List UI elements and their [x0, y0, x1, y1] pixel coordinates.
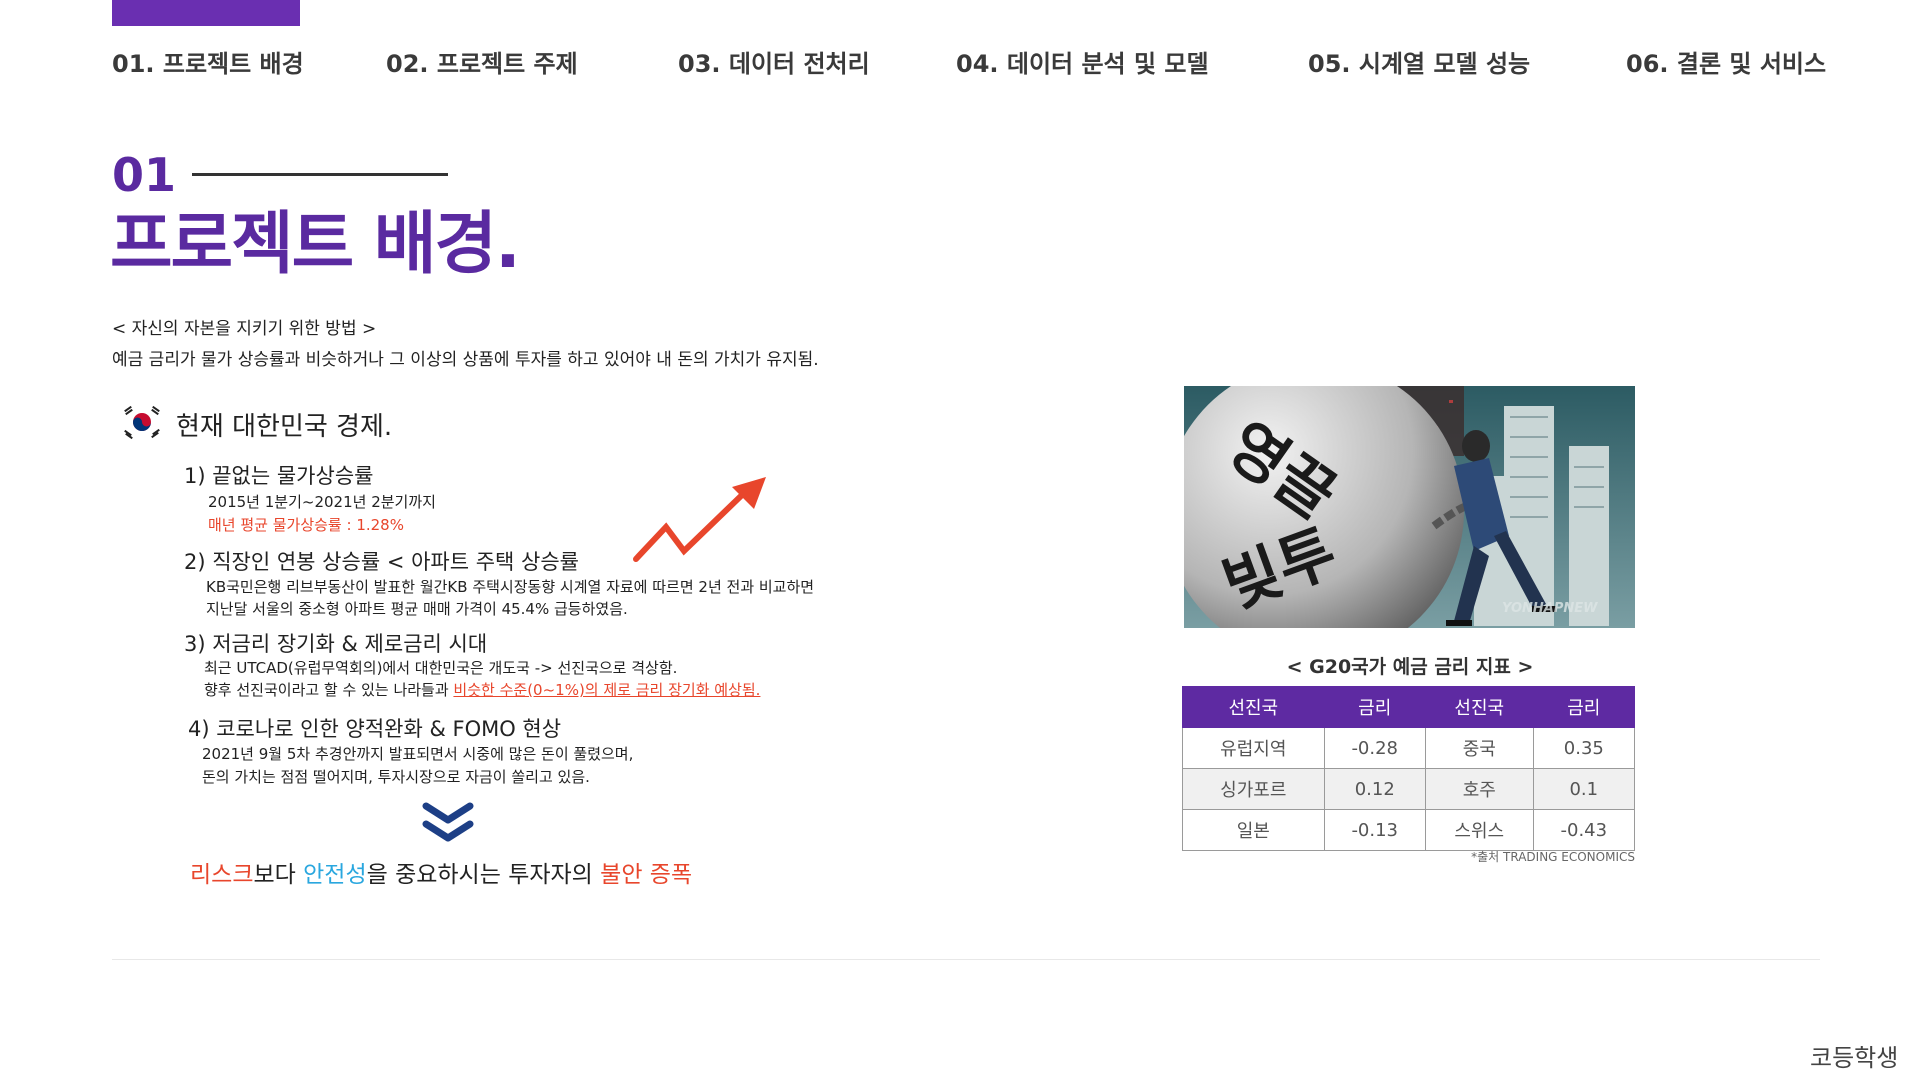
intro-text: 예금 금리가 물가 상승률과 비슷하거나 그 이상의 상품에 투자를 하고 있어… [112, 350, 819, 370]
table-cell: -0.28 [1323, 727, 1426, 769]
item-1-line-1: 2015년 1분기~2021년 2분기까지 [208, 493, 436, 511]
top-nav: 01. 프로젝트 배경 02. 프로젝트 주제 03. 데이터 전처리 04. … [112, 44, 1826, 80]
illustration-watermark: YONHAPNEW [1502, 601, 1598, 616]
news-illustration: 영끌 빚투 YONHAPNEW [1184, 386, 1635, 628]
conclusion-text: 리스크보다 안전성을 중요하시는 투자자의 불안 증폭 [190, 855, 692, 889]
double-chevron-down-icon [422, 802, 474, 842]
item-4-line-1: 2021년 9월 5차 추경안까지 발표되면서 시중에 많은 돈이 풀렸으며, [202, 745, 634, 763]
conclusion-risk: 리스크 [190, 862, 254, 888]
conclusion-part-2: 보다 [253, 862, 304, 888]
intro-heading: < 자신의 자본을 지키기 위한 방법 > [112, 319, 377, 339]
nav-item-analysis[interactable]: 04. 데이터 분석 및 모델 [956, 44, 1209, 79]
item-1-title: 1) 끝없는 물가상승률 [184, 464, 374, 488]
item-1-line-2: 매년 평균 물가상승률 : 1.28% [208, 516, 404, 534]
table-cell: 호주 [1424, 768, 1534, 810]
item-2-line-1: KB국민은행 리브부동산이 발표한 월간KB 주택시장동향 시계열 자료에 따르… [206, 578, 815, 596]
table-row: 싱가포르 0.12 호주 0.1 [1182, 768, 1636, 810]
korean-flag-icon [124, 405, 160, 440]
table-cell: 0.35 [1532, 727, 1636, 769]
rates-caption: < G20국가 예금 금리 지표 > [1286, 656, 1534, 678]
header-country-1: 선진국 [1182, 686, 1325, 728]
table-row: 일본 -0.13 스위스 -0.43 [1182, 809, 1636, 851]
rates-header-row: 선진국 금리 선진국 금리 [1182, 686, 1636, 728]
table-cell: -0.43 [1532, 809, 1636, 851]
nav-active-indicator [112, 0, 300, 26]
table-cell: 0.12 [1323, 768, 1426, 810]
conclusion-safety: 안전성 [303, 862, 367, 888]
nav-item-preprocessing[interactable]: 03. 데이터 전처리 [678, 44, 870, 79]
table-cell: 싱가포르 [1182, 768, 1325, 810]
header-country-2: 선진국 [1424, 686, 1534, 728]
nav-item-background[interactable]: 01. 프로젝트 배경 [112, 44, 304, 79]
item-3-line-2: 향후 선진국이라고 할 수 있는 나라들과 비슷한 수준(0~1%)의 제로 금… [204, 679, 760, 700]
korea-economy-title: 현재 대한민국 경제. [176, 412, 393, 442]
item-2-line-2: 지난달 서울의 중소형 아파트 평균 매매 가격이 45.4% 급등하였음. [206, 600, 628, 618]
brand-watermark: 코등학생 [1810, 1044, 1899, 1072]
item-4-title: 4) 코로나로 인한 양적완화 & FOMO 현상 [188, 717, 562, 741]
nav-item-topic[interactable]: 02. 프로젝트 주제 [386, 44, 578, 79]
section-number: 01 [112, 148, 177, 202]
table-cell: -0.13 [1323, 809, 1426, 851]
table-cell: 유럽지역 [1182, 727, 1325, 769]
table-cell: 중국 [1424, 727, 1534, 769]
table-cell: 0.1 [1532, 768, 1636, 810]
item-3-line-1: 최근 UTCAD(유럽무역회의)에서 대한민국은 개도국 -> 선진국으로 격상… [204, 659, 678, 677]
table-cell: 일본 [1182, 809, 1325, 851]
header-rate-1: 금리 [1323, 686, 1426, 728]
rates-source: *출처 TRADING ECONOMICS [1471, 850, 1635, 864]
header-rate-2: 금리 [1532, 686, 1636, 728]
conclusion-part-4: 을 중요하시는 투자자의 [366, 862, 601, 888]
nav-item-timeseries[interactable]: 05. 시계열 모델 성능 [1308, 44, 1530, 79]
page-title: 프로젝트 배경. [110, 205, 521, 284]
bottom-divider [112, 959, 1820, 960]
rates-table: 선진국 금리 선진국 금리 유럽지역 -0.28 중국 0.35 싱가포르 0.… [1182, 686, 1636, 851]
item-3-line-2-prefix: 향후 선진국이라고 할 수 있는 나라들과 [204, 681, 454, 699]
nav-item-conclusion[interactable]: 06. 결론 및 서비스 [1626, 44, 1826, 79]
item-3-title: 3) 저금리 장기화 & 제로금리 시대 [184, 632, 488, 656]
trend-up-arrow-icon [633, 477, 766, 562]
conclusion-anxiety: 불안 증폭 [600, 862, 693, 888]
illustration-graphic: 영끌 빚투 YONHAPNEW [1184, 386, 1635, 628]
table-cell: 스위스 [1424, 809, 1534, 851]
item-4-line-2: 돈의 가치는 점점 떨어지며, 투자시장으로 자금이 쏠리고 있음. [202, 768, 590, 786]
section-divider [192, 173, 448, 176]
table-row: 유럽지역 -0.28 중국 0.35 [1182, 727, 1636, 769]
item-3-line-2-highlight: 비슷한 수준(0~1%)의 제로 금리 장기화 예상됨. [453, 681, 761, 699]
item-2-title: 2) 직장인 연봉 상승률 < 아파트 주택 상승률 [184, 550, 579, 574]
